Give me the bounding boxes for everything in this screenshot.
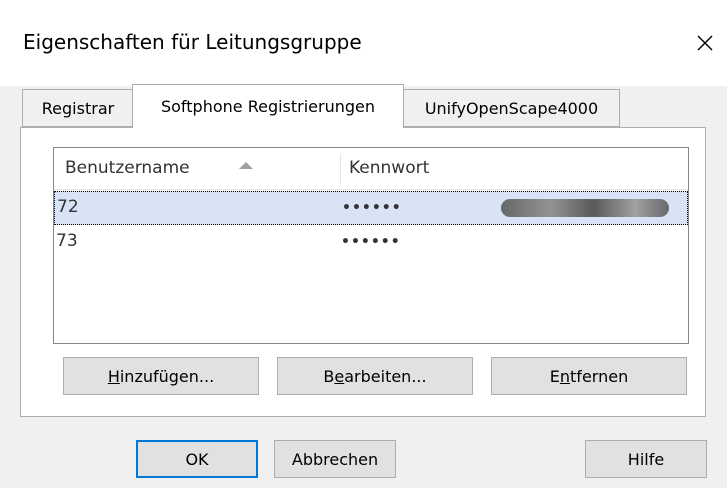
tab-registrar-label: Registrar bbox=[41, 98, 115, 118]
add-label-mnemonic: H bbox=[107, 366, 120, 386]
tab-panel: Benutzername Kennwort 72 •••••• 73 •••••… bbox=[20, 127, 706, 417]
ok-button[interactable]: OK bbox=[136, 440, 258, 478]
close-icon bbox=[697, 35, 712, 50]
add-label-post: inzufügen... bbox=[119, 366, 215, 386]
remove-label-pre: E bbox=[549, 366, 560, 386]
cancel-button[interactable]: Abbrechen bbox=[274, 440, 396, 478]
username-cell: 73 bbox=[56, 231, 78, 251]
username-cell: 72 bbox=[57, 197, 79, 217]
tab-softphone-registrierungen[interactable]: Softphone Registrierungen bbox=[132, 84, 404, 128]
tab-unifyopenscape4000[interactable]: UnifyOpenScape4000 bbox=[403, 89, 620, 127]
edit-button[interactable]: Be arbeiten... bbox=[277, 357, 473, 395]
registrations-list[interactable]: Benutzername Kennwort 72 •••••• 73 •••••… bbox=[53, 147, 689, 344]
table-row[interactable]: 73 •••••• bbox=[54, 226, 688, 260]
column-divider[interactable] bbox=[340, 154, 341, 184]
add-button[interactable]: Hinzufügen... bbox=[63, 357, 259, 395]
sort-ascending-icon bbox=[239, 162, 253, 169]
password-cell: •••••• bbox=[341, 234, 401, 250]
list-header: Benutzername Kennwort bbox=[54, 148, 688, 190]
column-header-benutzername[interactable]: Benutzername bbox=[65, 158, 190, 178]
title-bar: Eigenschaften für Leitungsgruppe bbox=[0, 0, 727, 86]
column-header-kennwort[interactable]: Kennwort bbox=[349, 158, 429, 178]
tab-softphone-label: Softphone Registrierungen bbox=[160, 97, 376, 116]
remove-button[interactable]: En tfernen bbox=[491, 357, 687, 395]
table-row[interactable]: 72 •••••• bbox=[54, 191, 688, 225]
tab-registrar[interactable]: Registrar bbox=[22, 89, 134, 127]
remove-label-mnemonic: n bbox=[559, 366, 571, 386]
redaction-mark bbox=[501, 199, 669, 217]
help-button[interactable]: Hilfe bbox=[585, 440, 707, 478]
edit-label-pre: B bbox=[323, 366, 335, 386]
password-cell: •••••• bbox=[342, 200, 402, 216]
remove-label-post: tfernen bbox=[570, 366, 629, 386]
tab-unify-label: UnifyOpenScape4000 bbox=[424, 98, 599, 118]
edit-label-mnemonic: e bbox=[334, 366, 345, 386]
close-button[interactable] bbox=[682, 15, 727, 70]
edit-label-post: arbeiten... bbox=[344, 366, 427, 386]
dialog-title: Eigenschaften für Leitungsgruppe bbox=[23, 30, 362, 54]
